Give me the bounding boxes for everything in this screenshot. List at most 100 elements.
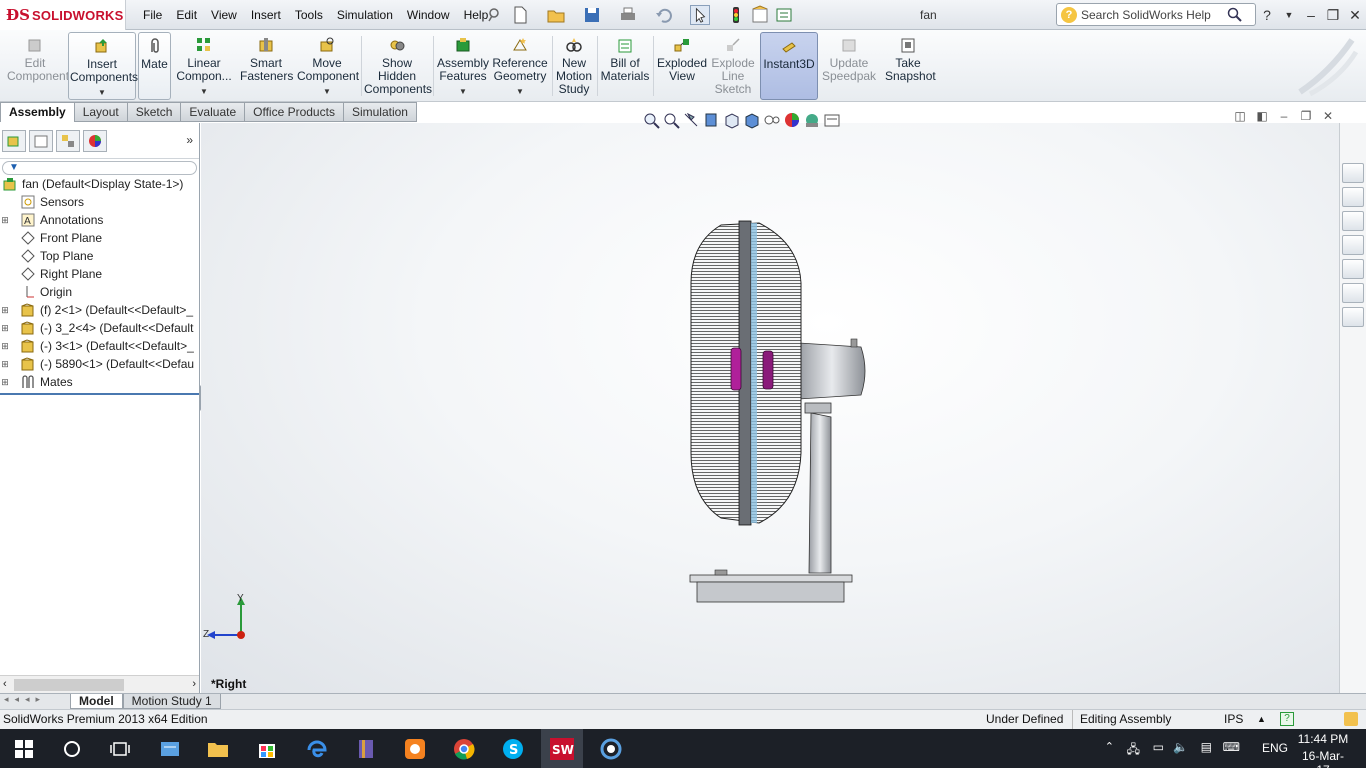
edit-appearance-icon[interactable]	[782, 111, 802, 129]
show-hidden-icons-chevron-icon[interactable]: ⌃	[1105, 740, 1114, 753]
options-icon[interactable]	[774, 5, 794, 25]
solidworks-taskbar-icon[interactable]: SW	[541, 729, 583, 768]
open-folder-icon[interactable]	[546, 5, 566, 25]
battery-icon[interactable]: ▭	[1153, 740, 1164, 754]
configuration-manager-tab[interactable]	[56, 129, 80, 152]
tab-sketch[interactable]: Sketch	[127, 102, 182, 122]
file-explorer-folder-icon[interactable]	[1342, 235, 1364, 255]
tree-item-mates[interactable]: ⊞ Mates	[0, 373, 199, 391]
view-orientation-icon[interactable]	[722, 111, 742, 129]
mate-button[interactable]: Mate	[138, 32, 171, 100]
clock-date[interactable]: 16-Mar-17	[1296, 749, 1350, 768]
custom-properties-tab[interactable]	[1342, 307, 1364, 327]
units-selector[interactable]: IPS	[1224, 710, 1243, 729]
scroll-right-icon[interactable]: ›	[192, 678, 196, 690]
reference-geometry-button[interactable]: Reference Geometry ▼	[492, 32, 548, 100]
scroll-left-icon[interactable]: ‹	[3, 678, 7, 690]
property-manager-tab[interactable]	[29, 129, 53, 152]
save-icon[interactable]	[582, 5, 602, 25]
apply-scene-icon[interactable]	[802, 111, 822, 129]
minimize-icon[interactable]: –	[1300, 7, 1322, 23]
notepad-app-icon[interactable]	[156, 735, 184, 763]
tree-root-item[interactable]: fan (Default<Display State-1>)	[0, 175, 199, 193]
zoom-to-fit-icon[interactable]	[642, 111, 662, 129]
insert-components-button[interactable]: Insert Components ▼	[68, 32, 138, 100]
select-cursor-icon[interactable]	[690, 5, 710, 25]
expand-plus-icon[interactable]: ⊞	[0, 359, 10, 370]
menu-insert[interactable]: Insert	[244, 8, 288, 22]
keyboard-icon[interactable]: ⌨	[1223, 740, 1240, 754]
viewport-restore-icon[interactable]: ❐	[1295, 109, 1317, 123]
file-explorer-icon[interactable]	[204, 735, 232, 763]
view-settings-icon[interactable]	[822, 111, 842, 129]
menu-edit[interactable]: Edit	[169, 8, 204, 22]
tab-simulation[interactable]: Simulation	[343, 102, 417, 122]
home-icon[interactable]	[1342, 187, 1364, 207]
search-icon[interactable]	[1227, 7, 1243, 23]
assembly-features-button[interactable]: Assembly Features ▼	[436, 32, 490, 100]
section-view-icon[interactable]	[702, 111, 722, 129]
edit-component-button[interactable]: Edit Component	[4, 32, 69, 100]
new-document-icon[interactable]	[510, 5, 530, 25]
language-indicator[interactable]: ENG	[1262, 741, 1288, 755]
volume-icon[interactable]: 🔈	[1173, 740, 1188, 754]
tree-item-front-plane[interactable]: Front Plane	[0, 229, 199, 247]
tile-horizontal-icon[interactable]: ◫	[1229, 109, 1251, 123]
expand-plus-icon[interactable]: ⊞	[0, 377, 10, 388]
design-library-tab[interactable]	[1342, 211, 1364, 231]
menu-simulation[interactable]: Simulation	[330, 8, 400, 22]
view-palette-tab[interactable]	[1342, 259, 1364, 279]
zoom-to-area-icon[interactable]	[662, 111, 682, 129]
linear-component-pattern-button[interactable]: Linear Compon... ▼	[174, 32, 234, 100]
tree-item-annotations[interactable]: ⊞ A Annotations	[0, 211, 199, 229]
tab-evaluate[interactable]: Evaluate	[181, 102, 246, 122]
tree-filter[interactable]: ▼	[2, 161, 197, 175]
edge-browser-icon[interactable]	[303, 735, 331, 763]
appearances-scenes-tab[interactable]	[1342, 283, 1364, 303]
undo-icon[interactable]	[654, 5, 674, 25]
action-center-icon[interactable]: ▤	[1201, 740, 1212, 754]
tree-item-sensors[interactable]: Sensors	[0, 193, 199, 211]
chevron-down-icon[interactable]: ▼	[459, 85, 467, 98]
menu-tools[interactable]: Tools	[288, 8, 330, 22]
exploded-view-button[interactable]: Exploded View	[656, 32, 708, 100]
chevron-down-icon[interactable]: ▼	[516, 85, 524, 98]
network-icon[interactable]: 🖧	[1127, 740, 1140, 761]
tags-icon[interactable]	[1344, 712, 1358, 726]
move-component-button[interactable]: Move Component ▼	[296, 32, 359, 100]
viewport-close-icon[interactable]: ✕	[1317, 109, 1339, 123]
windows-start-icon[interactable]	[10, 735, 38, 763]
graphics-area[interactable]: ◫ ◧ – ❐ ✕ Y Z *Right	[201, 109, 1339, 693]
previous-view-icon[interactable]	[682, 111, 702, 129]
tab-layout[interactable]: Layout	[74, 102, 128, 122]
tab-motion-study[interactable]: Motion Study 1	[122, 694, 221, 709]
cortana-search-icon[interactable]	[58, 735, 86, 763]
help-icon[interactable]: ?	[1256, 7, 1278, 23]
chevron-down-icon[interactable]: ▼	[98, 86, 106, 99]
chevron-down-icon[interactable]: ▼	[323, 85, 331, 98]
rollback-bar[interactable]	[0, 393, 199, 395]
scrollbar-thumb[interactable]	[14, 679, 124, 691]
solidworks-resources-tab[interactable]	[1342, 163, 1364, 183]
windows-store-icon[interactable]	[253, 735, 281, 763]
instant3d-button[interactable]: Instant3D	[760, 32, 818, 100]
menu-view[interactable]: View	[204, 8, 244, 22]
chevron-down-icon[interactable]: ▼	[1278, 10, 1300, 20]
explode-line-sketch-button[interactable]: Explode Line Sketch	[710, 32, 756, 100]
help-icon[interactable]: ?	[1280, 712, 1294, 726]
feature-manager-tab[interactable]	[2, 129, 26, 152]
restore-icon[interactable]: ❐	[1322, 7, 1344, 24]
task-view-icon[interactable]	[106, 735, 134, 763]
chevron-down-icon[interactable]: ▼	[200, 85, 208, 98]
clock-time[interactable]: 11:44 PM	[1296, 732, 1350, 746]
menu-file[interactable]: File	[136, 8, 169, 22]
pin-icon[interactable]	[484, 5, 504, 25]
show-hidden-components-button[interactable]: Show Hidden Components	[364, 32, 432, 100]
bill-of-materials-button[interactable]: Bill of Materials	[600, 32, 650, 100]
display-manager-tab[interactable]	[83, 129, 107, 152]
tree-item-component[interactable]: ⊞ (-) 3_2<4> (Default<<Default	[0, 319, 199, 337]
chevron-up-icon[interactable]: ▲	[1257, 710, 1266, 729]
update-speedpak-button[interactable]: Update Speedpak	[822, 32, 876, 100]
tree-item-origin[interactable]: Origin	[0, 283, 199, 301]
menu-window[interactable]: Window	[400, 8, 457, 22]
